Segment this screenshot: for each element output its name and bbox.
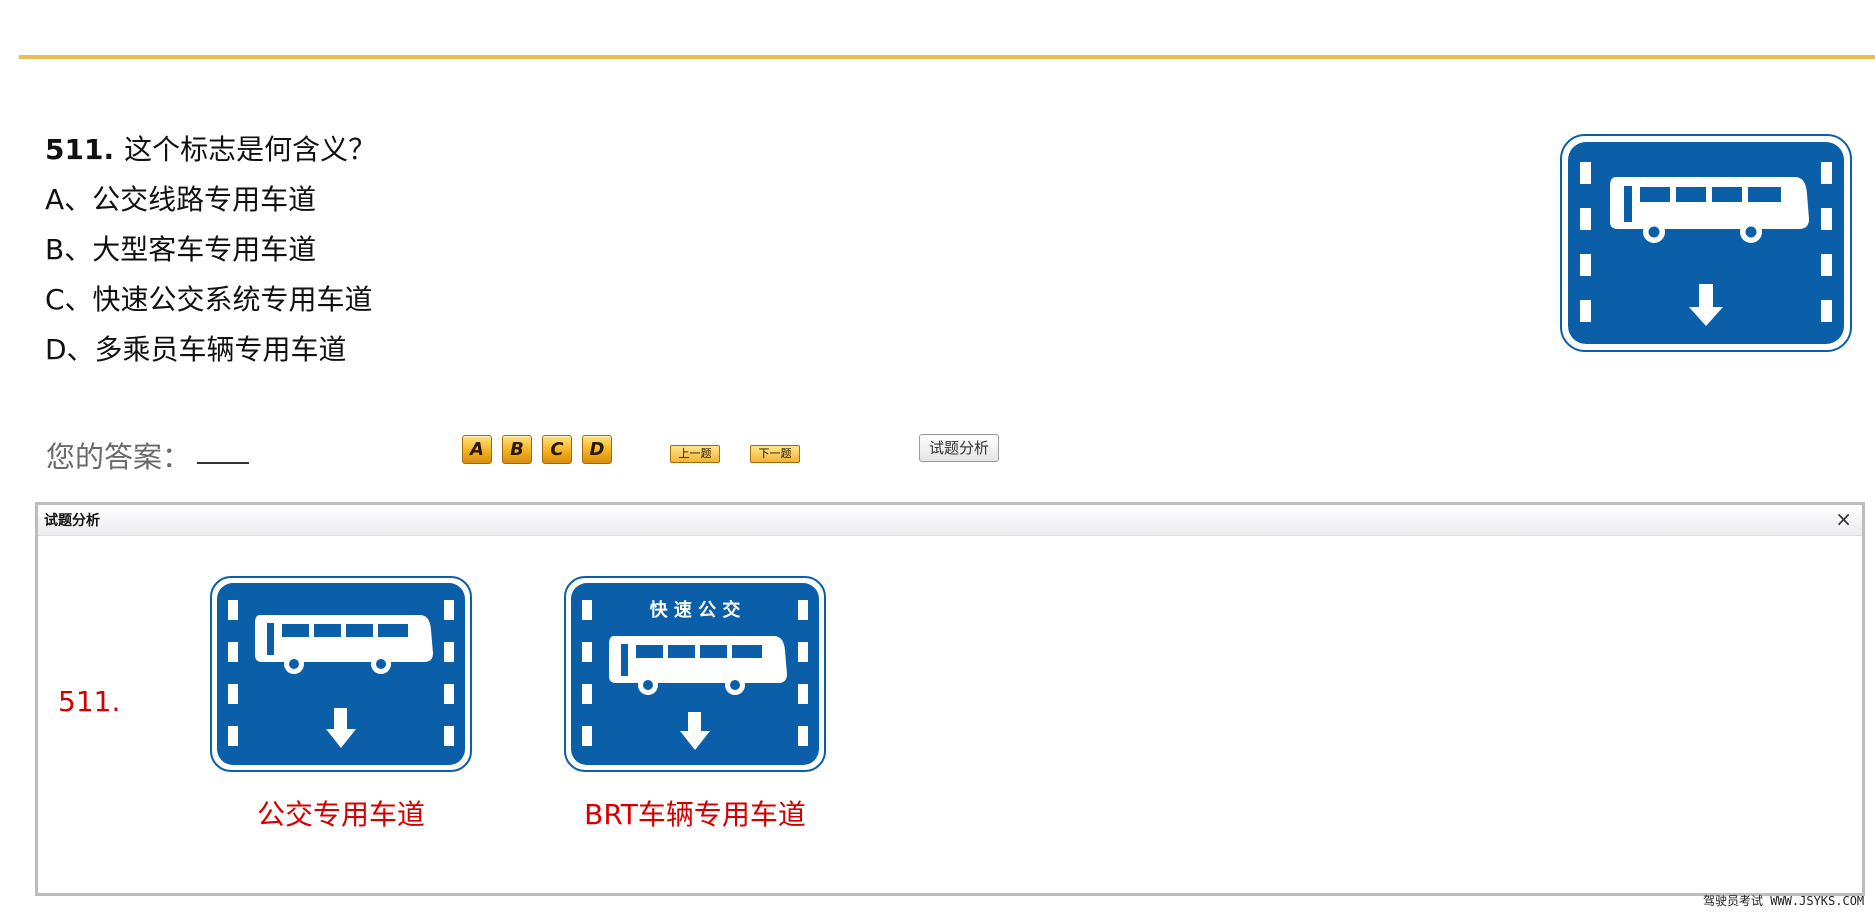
analysis-panel: 试题分析 × 511. 快 速 公 交 公交专用车道 BRT车辆专用车道 xyxy=(35,502,1865,896)
brt-lane-sign-icon: 快 速 公 交 xyxy=(564,576,826,772)
brt-sign-text: 快 速 公 交 xyxy=(650,599,741,621)
site-watermark: 驾驶员考试 WWW.JSYKS.COM xyxy=(1703,894,1865,908)
answer-a-button[interactable]: A xyxy=(462,435,492,464)
bus-lane-sign-icon xyxy=(210,576,472,772)
bus-lane-sign-icon xyxy=(1560,134,1852,352)
question-analysis-button[interactable]: 试题分析 xyxy=(919,434,999,462)
question-number: 511. xyxy=(45,133,115,166)
option-c: C、快速公交系统专用车道 xyxy=(45,283,373,316)
answer-c-button[interactable]: C xyxy=(542,435,572,464)
option-a: A、公交线路专用车道 xyxy=(45,183,317,216)
answer-b-button[interactable]: B xyxy=(502,435,532,464)
answer-d-button[interactable]: D xyxy=(582,435,612,464)
question-text: 这个标志是何含义？ xyxy=(124,133,377,166)
question-title: 511. 这个标志是何含义？ xyxy=(45,130,376,180)
prev-question-button[interactable]: 上一题 xyxy=(670,445,720,463)
your-answer-label: 您的答案： xyxy=(46,440,192,474)
bus-lane-caption: 公交专用车道 xyxy=(256,798,425,831)
top-divider xyxy=(19,55,1875,59)
analysis-question-number: 511. xyxy=(58,685,121,718)
your-answer-value xyxy=(197,462,249,464)
next-question-button[interactable]: 下一题 xyxy=(750,445,800,463)
brt-lane-caption: BRT车辆专用车道 xyxy=(584,798,806,831)
analysis-panel-title: 试题分析 xyxy=(44,513,100,529)
close-icon[interactable]: × xyxy=(1835,507,1852,531)
analysis-panel-header: 试题分析 × xyxy=(38,505,1862,536)
option-b: B、大型客车专用车道 xyxy=(45,233,317,266)
option-d: D、多乘员车辆专用车道 xyxy=(45,333,347,366)
question-block: 511. 这个标志是何含义？ A、公交线路专用车道 B、大型客车专用车道 C、快速… xyxy=(45,130,376,380)
